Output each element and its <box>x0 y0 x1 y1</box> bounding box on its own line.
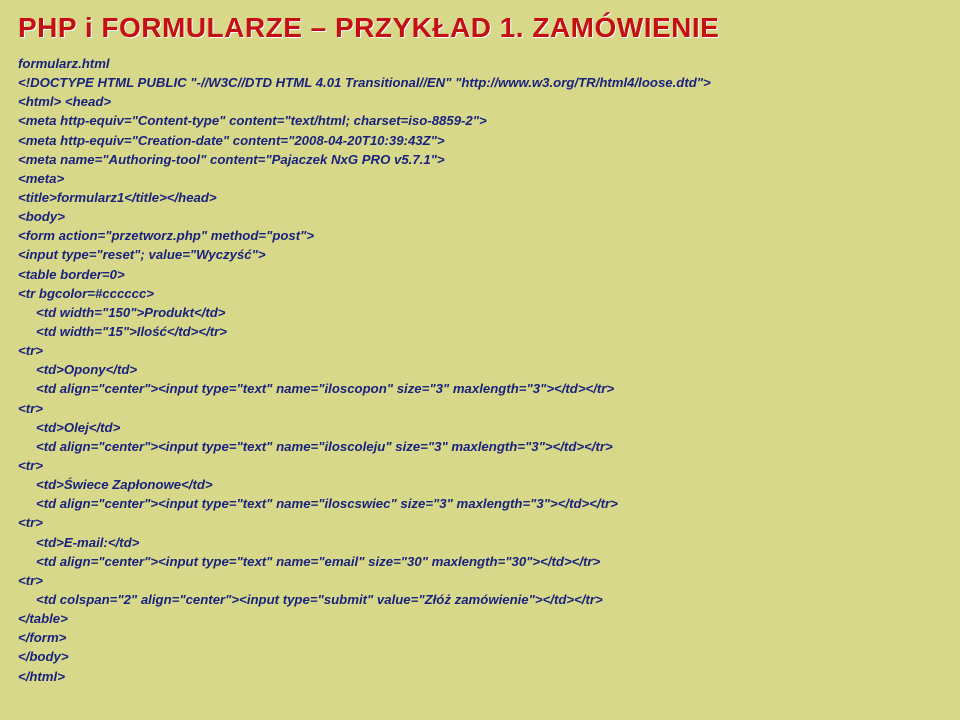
code-line: <td align="center"><input type="text" na… <box>18 379 614 398</box>
code-line: <input type="reset"; value="Wyczyść"> <box>18 247 266 262</box>
code-line: </table> <box>18 611 68 626</box>
code-line: <html> <head> <box>18 94 111 109</box>
code-line: <meta http-equiv="Content-type" content=… <box>18 113 487 128</box>
slide: PHP i FORMULARZE – PRZYKŁAD 1. ZAMÓWIENI… <box>0 0 960 698</box>
code-line: <td align="center"><input type="text" na… <box>18 552 600 571</box>
code-line: <tr> <box>18 515 43 530</box>
code-line: <td>Olej</td> <box>18 418 120 437</box>
code-line: <meta> <box>18 171 64 186</box>
code-line: formularz.html <box>18 56 110 71</box>
code-line: <tr> <box>18 401 43 416</box>
code-line: <title>formularz1</title></head> <box>18 190 217 205</box>
code-line: <tr> <box>18 573 43 588</box>
code-line: <td>Opony</td> <box>18 360 137 379</box>
code-line: <table border=0> <box>18 267 125 282</box>
code-line: <td>Świece Zapłonowe</td> <box>18 475 213 494</box>
code-block: formularz.html <!DOCTYPE HTML PUBLIC "-/… <box>18 54 942 686</box>
code-line: </form> <box>18 630 66 645</box>
code-line: <td align="center"><input type="text" na… <box>18 437 613 456</box>
code-line: <td width="15">Ilość</td></tr> <box>18 322 227 341</box>
code-line: <td width="150">Produkt</td> <box>18 303 225 322</box>
page-title: PHP i FORMULARZE – PRZYKŁAD 1. ZAMÓWIENI… <box>18 12 942 44</box>
code-line: <td colspan="2" align="center"><input ty… <box>18 590 603 609</box>
code-line: <tr> <box>18 343 43 358</box>
code-line: </body> <box>18 649 69 664</box>
code-line: <td>E-mail:</td> <box>18 533 139 552</box>
code-line: <!DOCTYPE HTML PUBLIC "-//W3C//DTD HTML … <box>18 75 711 90</box>
code-line: <meta http-equiv="Creation-date" content… <box>18 133 445 148</box>
code-line: <body> <box>18 209 65 224</box>
code-line: <tr bgcolor=#cccccc> <box>18 286 154 301</box>
code-line: <tr> <box>18 458 43 473</box>
code-line: <meta name="Authoring-tool" content="Paj… <box>18 152 445 167</box>
code-line: <td align="center"><input type="text" na… <box>18 494 618 513</box>
code-line: <form action="przetworz.php" method="pos… <box>18 228 314 243</box>
code-line: </html> <box>18 669 65 684</box>
